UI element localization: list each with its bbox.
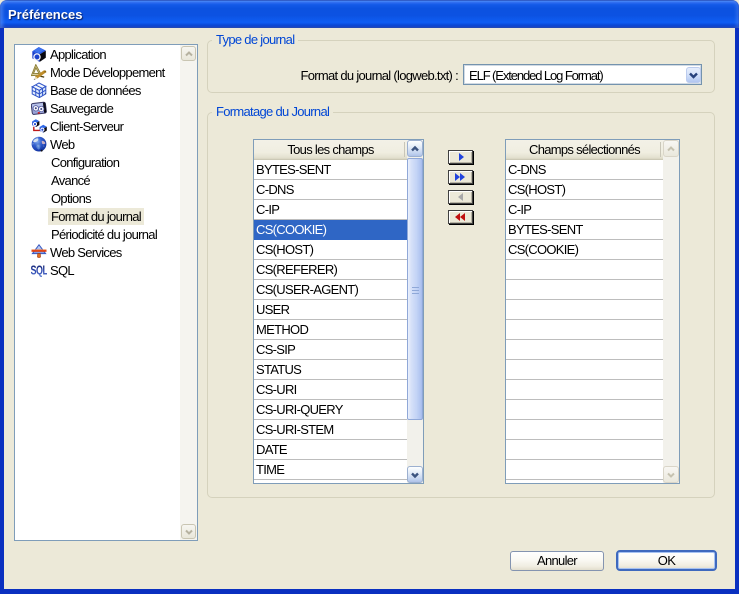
svg-text:SQL: SQL — [31, 264, 47, 278]
